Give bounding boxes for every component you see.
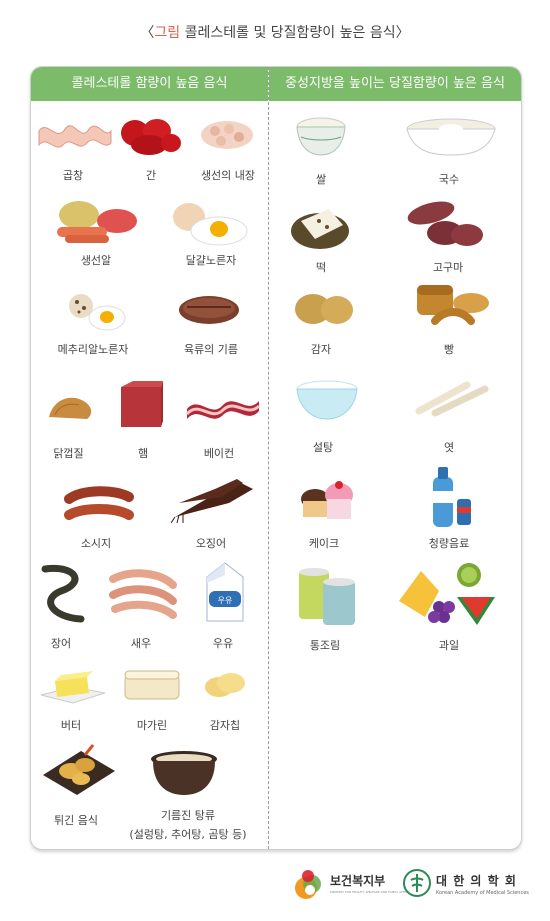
canned-food-icon (295, 567, 359, 627)
food-label-fish-roe: 생선알 (80, 254, 112, 267)
food-label-taffy: 엿 (443, 441, 455, 454)
bread-icon (415, 281, 491, 329)
food-label-liver: 간 (145, 169, 157, 182)
food-label-sugar: 설탕 (312, 441, 334, 454)
fish-innards-icon (199, 117, 255, 151)
fried-food-icon (41, 741, 117, 797)
food-label-quail-yolk: 메추리알노른자 (57, 343, 129, 356)
food-label-meat-fat: 육류의 기름 (183, 343, 239, 356)
food-label-fried-food: 튀긴 음식 (54, 814, 98, 827)
food-label-rice-cake: 떡 (315, 261, 327, 274)
medical-society-name-en: Korean Academy of Medical Sciences (436, 890, 529, 896)
butter-icon (39, 665, 107, 705)
food-label-margarine: 마가린 (136, 719, 168, 732)
food-label-bread: 빵 (443, 343, 455, 356)
food-label-tripe: 곱창 (62, 169, 84, 182)
figure-title: 〈그림 콜레스테롤 및 당질함량이 높은 음식〉 (0, 22, 550, 42)
milk-carton-icon: 우유 (203, 561, 247, 623)
food-label-butter: 버터 (60, 719, 82, 732)
tripe-icon (35, 117, 113, 153)
sausage-icon (63, 485, 135, 525)
liver-icon (119, 115, 183, 157)
squid-icon (170, 477, 257, 525)
food-label-oily-soup: 기름진 탕류 (설렁탕, 추어탕, 곰탕 등) (113, 807, 263, 842)
food-label-sweet-potato: 고구마 (432, 261, 464, 274)
title-bracket-close: 〉 (395, 25, 410, 41)
food-label-canned-food: 통조림 (309, 639, 341, 652)
food-label-egg-yolk: 달걀노른자 (185, 254, 237, 267)
food-label-potato: 감자 (310, 343, 332, 356)
rice-cake-icon (289, 201, 351, 251)
sugar-bowl-icon (295, 379, 359, 423)
food-label-bacon: 베이컨 (203, 447, 235, 460)
food-label-milk: 우유 (212, 637, 234, 650)
food-label-noodles: 국수 (438, 173, 460, 186)
cake-icon (297, 477, 359, 523)
ministry-name: 보건복지부 (330, 874, 386, 888)
noodles-icon (405, 117, 497, 157)
shrimp-icon (103, 565, 183, 621)
fruit-icon (395, 561, 499, 629)
milk-carton-label: 우유 (218, 596, 233, 605)
ham-icon (119, 379, 163, 431)
food-label-sausage: 소시지 (80, 537, 112, 550)
chicken-skin-icon (45, 391, 97, 425)
soft-drink-icon (429, 463, 473, 529)
header-cholesterol: 콜레스테롤 함량이 높음 음식 (31, 67, 268, 101)
food-label-soft-drink: 청량음료 (428, 537, 470, 550)
quail-egg-icon (65, 292, 129, 332)
food-label-cake: 케이크 (308, 537, 340, 550)
food-label-shrimp: 새우 (130, 637, 152, 650)
column-divider (268, 67, 269, 849)
rice-icon (293, 115, 349, 159)
food-label-eel: 장어 (50, 637, 72, 650)
header-carbohydrate: 중성지방을 높이는 당질함량이 높은 음식 (269, 67, 521, 101)
margarine-icon (123, 667, 181, 703)
food-panel: 콜레스테롤 함량이 높음 음식 중성지방을 높이는 당질함량이 높은 음식 곱창… (30, 66, 522, 850)
food-label-ham: 햄 (137, 447, 149, 460)
food-label-fish-innards: 생선의 내장 (200, 169, 256, 182)
medical-society-name: 대 한 의 학 회 (436, 874, 517, 888)
title-bracket-open: 〈 (140, 25, 155, 41)
meat-fat-icon (177, 293, 241, 327)
fish-roe-icon (51, 195, 141, 245)
food-label-chicken-skin: 닭껍질 (53, 447, 84, 460)
food-label-potato-chips: 감자칩 (209, 719, 241, 732)
eel-icon (37, 563, 93, 625)
potato-icon (293, 291, 355, 327)
title-text: 콜레스테롤 및 당질함량이 높은 음식 (180, 25, 396, 41)
hot-pot-icon (149, 749, 219, 797)
food-label-squid: 오징어 (195, 537, 227, 550)
medical-society-emblem-icon (402, 868, 432, 898)
egg-yolk-icon (169, 201, 249, 247)
food-label-oily-soup-examples: (설렁탕, 추어탕, 곰탕 등) (129, 828, 247, 841)
taffy-icon (415, 381, 489, 417)
ministry-name-en: MINISTRY FOR HEALTH, WELFARE AND FAMILY … (330, 890, 412, 894)
ministry-logo-icon (294, 866, 324, 902)
title-accent: 그림 (154, 25, 181, 41)
sweet-potato-icon (401, 197, 487, 249)
potato-chips-icon (203, 669, 247, 701)
food-label-fruit: 과일 (438, 639, 460, 652)
food-label-rice: 쌀 (315, 173, 327, 186)
bacon-icon (185, 389, 261, 425)
